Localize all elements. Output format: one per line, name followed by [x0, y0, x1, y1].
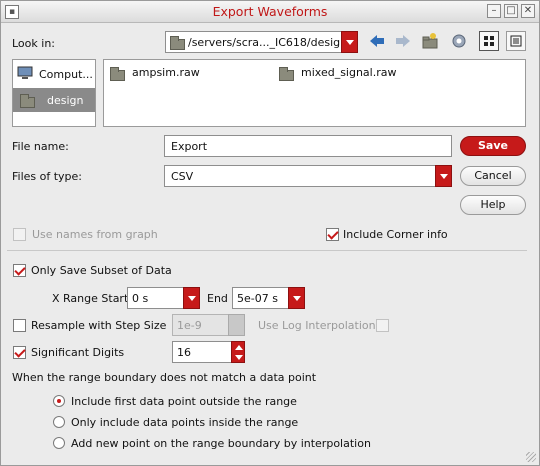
- folder-icon: [170, 36, 185, 50]
- folder-icon: [279, 67, 294, 81]
- use-names-checkbox[interactable]: [13, 228, 26, 241]
- new-folder-icon[interactable]: [421, 32, 439, 50]
- spinner-arrows-icon[interactable]: [231, 341, 245, 363]
- radio-only-inside[interactable]: [53, 416, 65, 428]
- title-bar[interactable]: ▪ Export Waveforms – □ ✕: [1, 1, 539, 23]
- look-in-value: /servers/scra..._IC618/design: [188, 36, 348, 49]
- sig-digits-checkbox[interactable]: [13, 346, 26, 359]
- minimize-icon[interactable]: –: [487, 4, 501, 18]
- include-corner-checkbox[interactable]: [326, 228, 339, 241]
- sig-digits-spinner[interactable]: 16: [172, 341, 245, 363]
- forward-arrow-icon[interactable]: [394, 32, 412, 50]
- file-name-value: Export: [171, 140, 208, 153]
- resample-checkbox[interactable]: [13, 319, 26, 332]
- range-boundary-prompt: When the range boundary does not match a…: [12, 371, 317, 384]
- step-size-value: 1e-9: [177, 319, 202, 332]
- place-label: Comput...: [39, 68, 93, 81]
- files-of-type-value: CSV: [171, 170, 194, 183]
- log-interp-label: Use Log Interpolation: [258, 319, 376, 332]
- only-subset-label: Only Save Subset of Data: [31, 264, 172, 277]
- x-range-start-label: X Range Start: [52, 292, 129, 305]
- divider: [7, 250, 527, 251]
- chevron-down-icon[interactable]: [228, 314, 245, 336]
- chevron-down-icon[interactable]: [435, 165, 452, 187]
- file-name: mixed_signal.raw: [301, 66, 397, 79]
- x-range-start-combo[interactable]: 0 s: [127, 287, 200, 309]
- folder-icon: [20, 94, 35, 108]
- list-view-icon[interactable]: [479, 31, 499, 51]
- end-label: End: [207, 292, 228, 305]
- use-names-label: Use names from graph: [32, 228, 158, 241]
- radio-label: Include first data point outside the ran…: [71, 395, 297, 408]
- file-item[interactable]: mixed_signal.raw: [277, 64, 427, 82]
- look-in-combo[interactable]: /servers/scra..._IC618/design: [165, 31, 358, 53]
- home-icon[interactable]: [450, 32, 468, 50]
- include-corner-label: Include Corner info: [343, 228, 448, 241]
- cancel-button[interactable]: Cancel: [460, 166, 526, 186]
- computer-icon: [17, 66, 33, 79]
- help-button[interactable]: Help: [460, 195, 526, 215]
- place-item-computer[interactable]: Comput...: [13, 62, 95, 86]
- folder-icon: [110, 67, 125, 81]
- sig-digits-label: Significant Digits: [31, 346, 125, 359]
- radio-label: Only include data points inside the rang…: [71, 416, 299, 429]
- chevron-down-icon[interactable]: [288, 287, 305, 309]
- place-label: design: [47, 94, 84, 107]
- file-list: ampsim.raw mixed_signal.raw: [103, 59, 526, 127]
- file-name: ampsim.raw: [132, 66, 200, 79]
- file-item[interactable]: ampsim.raw: [108, 64, 238, 82]
- look-in-label: Look in:: [12, 37, 55, 50]
- files-of-type-label: Files of type:: [12, 170, 83, 183]
- file-name-label: File name:: [12, 140, 69, 153]
- export-waveforms-dialog: ▪ Export Waveforms – □ ✕ Look in: /serve…: [0, 0, 540, 466]
- place-item-design[interactable]: design: [13, 88, 95, 112]
- maximize-icon[interactable]: □: [504, 4, 518, 18]
- places-sidebar: Comput... design: [12, 59, 96, 127]
- file-name-field[interactable]: Export: [164, 135, 452, 157]
- resize-grip-icon[interactable]: [526, 452, 536, 462]
- files-of-type-combo[interactable]: CSV: [164, 165, 452, 187]
- radio-add-interpolated[interactable]: [53, 437, 65, 449]
- log-interp-checkbox[interactable]: [376, 319, 389, 332]
- window-title: Export Waveforms: [212, 4, 328, 19]
- sig-digits-value: 16: [177, 346, 191, 359]
- resample-label: Resample with Step Size: [31, 319, 167, 332]
- chevron-down-icon[interactable]: [341, 31, 358, 53]
- detail-view-icon[interactable]: [506, 31, 526, 51]
- back-arrow-icon[interactable]: [368, 32, 386, 50]
- radio-label: Add new point on the range boundary by i…: [71, 437, 371, 450]
- x-range-start-value: 0 s: [132, 292, 149, 305]
- only-subset-checkbox[interactable]: [13, 264, 26, 277]
- end-combo[interactable]: 5e-07 s: [232, 287, 305, 309]
- save-button[interactable]: Save: [460, 136, 526, 156]
- close-icon[interactable]: ✕: [521, 4, 535, 18]
- chevron-down-icon[interactable]: [183, 287, 200, 309]
- step-size-combo[interactable]: 1e-9: [172, 314, 245, 336]
- end-value: 5e-07 s: [237, 292, 278, 305]
- radio-include-outside[interactable]: [53, 395, 65, 407]
